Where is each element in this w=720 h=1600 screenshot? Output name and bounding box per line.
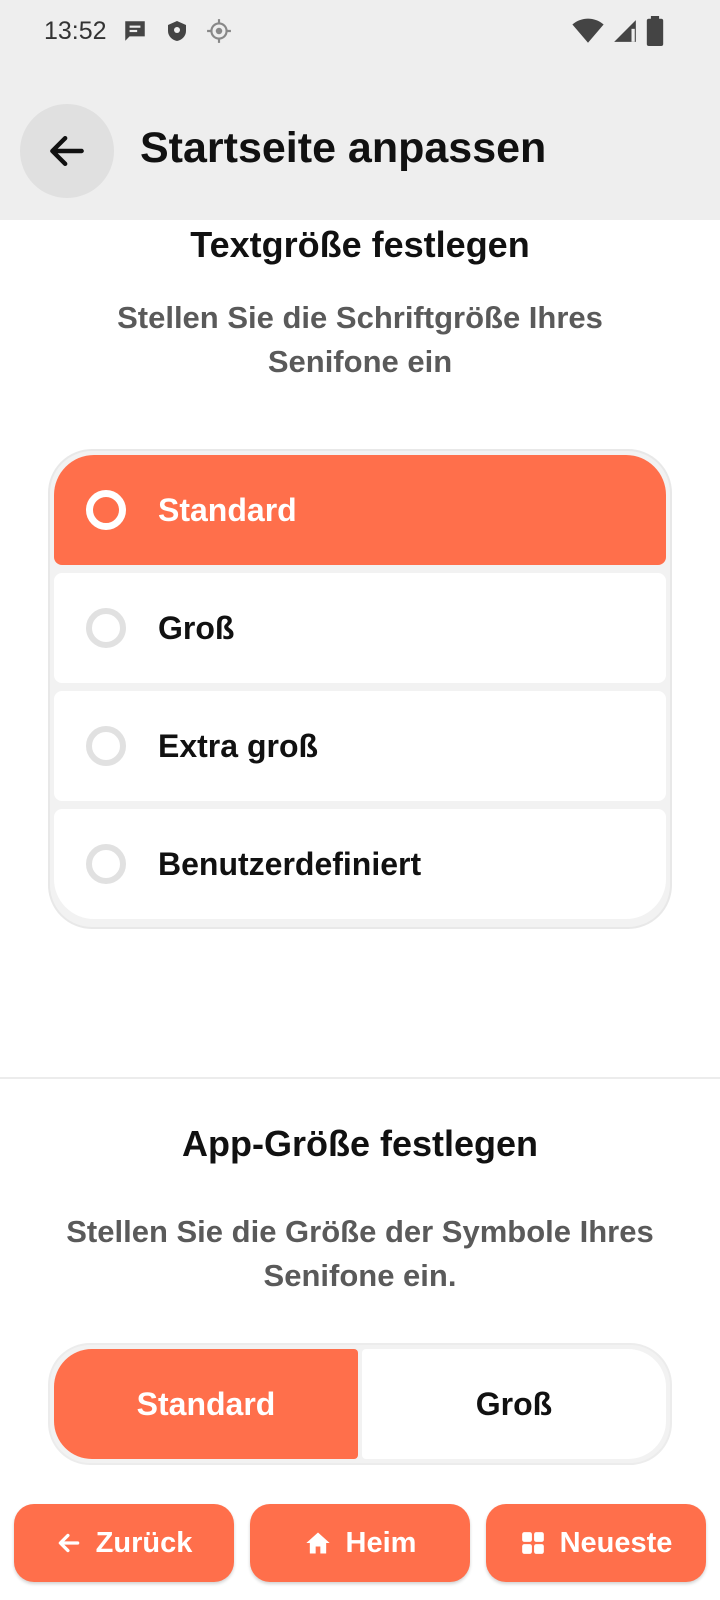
radio-unselected-icon xyxy=(86,608,126,648)
location-icon xyxy=(205,17,233,45)
nav-home-label: Heim xyxy=(345,1526,417,1559)
radio-unselected-icon xyxy=(86,844,126,884)
nav-recent-label: Neueste xyxy=(559,1526,673,1559)
status-bar: 13:52 xyxy=(0,0,720,62)
message-icon xyxy=(121,17,149,45)
signal-icon xyxy=(612,18,638,49)
battery-icon xyxy=(646,16,664,51)
back-button[interactable] xyxy=(20,104,114,198)
radio-unselected-icon xyxy=(86,726,126,766)
nav-back-button[interactable]: Zurück xyxy=(14,1504,234,1582)
text-size-title: Textgröße festlegen xyxy=(190,224,530,265)
wifi-icon xyxy=(572,18,604,49)
app-bar: Startseite anpassen xyxy=(0,62,720,220)
option-label: Benutzerdefiniert xyxy=(158,845,422,882)
nav-recent-button[interactable]: Neueste xyxy=(486,1504,706,1582)
app-size-title: App-Größe festlegen xyxy=(181,1123,539,1164)
app-size-option-standard[interactable]: Standard xyxy=(54,1349,358,1459)
status-time: 13:52 xyxy=(44,16,107,45)
text-size-subtitle: Stellen Sie die Schriftgröße Ihres Senif… xyxy=(117,300,603,379)
shield-icon xyxy=(163,17,191,45)
arrow-left-icon xyxy=(58,1533,79,1553)
nav-back-label: Zurück xyxy=(95,1526,193,1559)
text-size-options: Standard Groß Extra groß Benutzerdefinie… xyxy=(48,449,672,929)
arrow-left-icon xyxy=(50,135,84,167)
text-size-option-standard[interactable]: Standard xyxy=(54,455,666,565)
app-size-subtitle: Stellen Sie die Größe der Symbole Ihres … xyxy=(66,1214,654,1293)
app-size-option-gross[interactable]: Groß xyxy=(362,1349,666,1459)
home-icon xyxy=(305,1532,330,1554)
nav-home-button[interactable]: Heim xyxy=(250,1504,470,1582)
page-title: Startseite anpassen xyxy=(140,124,547,172)
app-size-toggle: Standard Groß xyxy=(48,1343,672,1465)
option-label: Groß xyxy=(158,609,235,646)
text-size-option-custom[interactable]: Benutzerdefiniert xyxy=(54,809,666,919)
text-size-option-gross[interactable]: Groß xyxy=(54,573,666,683)
option-label: Standard xyxy=(158,491,297,528)
option-label: Extra groß xyxy=(158,727,319,764)
text-size-option-extra-gross[interactable]: Extra groß xyxy=(54,691,666,801)
section-divider xyxy=(0,1077,720,1079)
radio-selected-icon xyxy=(86,490,126,530)
bottom-nav: Zurück Heim Neueste xyxy=(0,1500,720,1600)
apps-grid-icon xyxy=(521,1532,544,1554)
